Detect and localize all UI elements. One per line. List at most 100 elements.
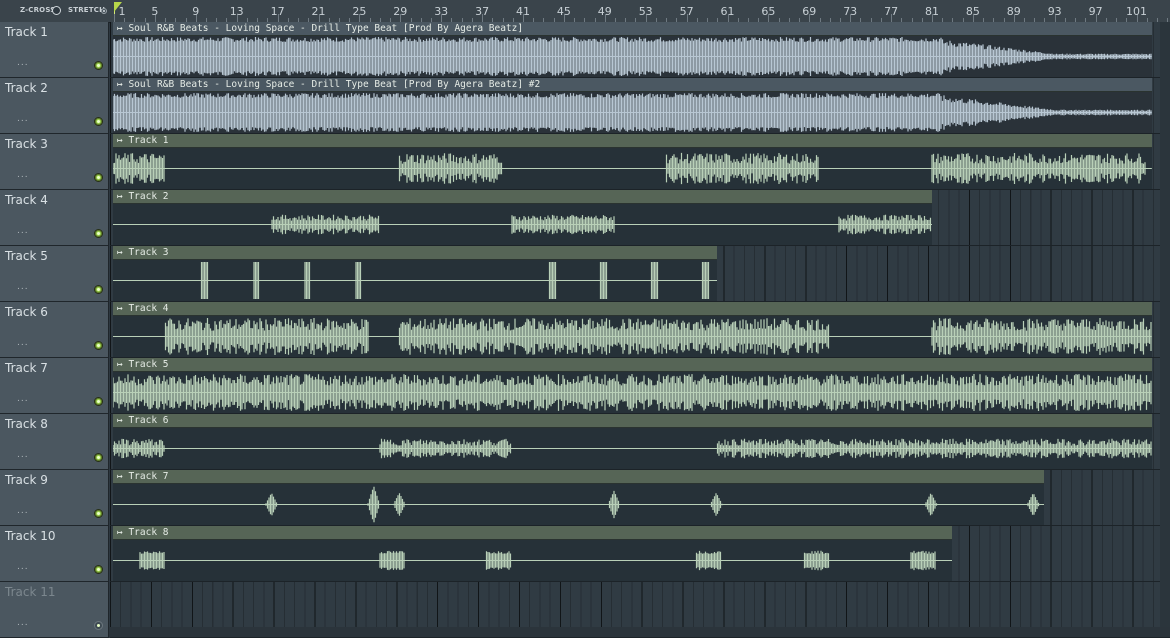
clip-label: ↦ Track 8 (117, 527, 169, 538)
track-mute-led-icon[interactable] (94, 117, 103, 126)
track-mute-led-icon[interactable] (94, 229, 103, 238)
stretch-toggle-icon[interactable] (101, 8, 107, 14)
track-grip-icon[interactable]: ... (17, 226, 29, 236)
clip-title-bar[interactable]: ↦ Soul R&B Beats - Loving Space - Drill … (113, 78, 1152, 92)
track-name: Track 8 (5, 417, 48, 431)
ruler-bar-number: 21 (311, 5, 326, 18)
pattern-clip[interactable]: ↦ Track 6 (113, 414, 1152, 469)
clip-waveform (113, 148, 1152, 189)
clip-waveform (113, 484, 1045, 525)
track-header[interactable]: Track 6... (0, 302, 109, 358)
track-mute-led-icon[interactable] (94, 173, 103, 182)
pattern-clip[interactable]: ↦ Track 4 (113, 302, 1152, 357)
track-grip-icon[interactable]: ... (17, 450, 29, 460)
track-mute-led-icon[interactable] (94, 565, 103, 574)
clip-title-bar[interactable]: ↦ Soul R&B Beats - Loving Space - Drill … (113, 22, 1152, 36)
track-mute-led-icon[interactable] (94, 621, 103, 630)
ruler-bar-number: 65 (761, 5, 776, 18)
track-name: Track 1 (5, 25, 48, 39)
clip-waveform (113, 316, 1152, 357)
clip-waveform (113, 428, 1152, 469)
ruler-bar-number: 77 (884, 5, 899, 18)
track-header[interactable]: Track 11... (0, 582, 109, 638)
track-mute-led-icon[interactable] (94, 341, 103, 350)
track-mute-led-icon[interactable] (94, 453, 103, 462)
clip-waveform (113, 260, 718, 301)
track-mute-led-icon[interactable] (94, 509, 103, 518)
track-grip-icon[interactable]: ... (17, 506, 29, 516)
clip-title-bar[interactable]: ↦ Track 2 (113, 190, 932, 204)
clip-waveform (113, 204, 932, 245)
lane-divider (110, 581, 1170, 582)
track-grip-icon[interactable]: ... (17, 394, 29, 404)
ruler-bar-number: 73 (843, 5, 858, 18)
ruler-bar-number: 41 (516, 5, 530, 18)
ruler-bar-number: 25 (352, 5, 367, 18)
track-header[interactable]: Track 4... (0, 190, 109, 246)
clip-waveform (113, 92, 1152, 133)
track-name: Track 2 (5, 81, 48, 95)
audio-clip[interactable]: ↦ Soul R&B Beats - Loving Space - Drill … (113, 78, 1152, 133)
clip-label: ↦ Track 5 (117, 359, 169, 370)
pattern-clip[interactable]: ↦ Track 3 (113, 246, 718, 301)
pattern-clip[interactable]: ↦ Track 5 (113, 358, 1152, 413)
pattern-clip[interactable]: ↦ Track 7 (113, 470, 1045, 525)
track-header[interactable]: Track 1... (0, 22, 109, 78)
clip-title-bar[interactable]: ↦ Track 3 (113, 246, 718, 260)
track-name: Track 10 (5, 529, 56, 543)
ruler-bar-number: 33 (434, 5, 449, 18)
track-name: Track 6 (5, 305, 48, 319)
clip-title-bar[interactable]: ↦ Track 8 (113, 526, 953, 540)
pattern-clip[interactable]: ↦ Track 1 (113, 134, 1152, 189)
clip-label: ↦ Track 7 (117, 471, 169, 482)
clip-title-bar[interactable]: ↦ Track 7 (113, 470, 1045, 484)
ruler-bar-number: 45 (556, 5, 571, 18)
track-grip-icon[interactable]: ... (17, 170, 29, 180)
clip-label: ↦ Track 6 (117, 415, 169, 426)
ruler-bar-number: 97 (1088, 5, 1103, 18)
clip-title-bar[interactable]: ↦ Track 1 (113, 134, 1152, 148)
pattern-clip[interactable]: ↦ Track 8 (113, 526, 953, 581)
clip-waveform (113, 540, 953, 581)
ruler-bar-number: 17 (270, 5, 285, 18)
clip-label: ↦ Track 3 (117, 247, 169, 258)
timeline-ruler[interactable]: 1 5 9 13 17 21 25 29 33 37 41 45 49 53 57 61 65 69 73 77 81 8… (110, 0, 1170, 23)
clip-title-bar[interactable]: ↦ Track 5 (113, 358, 1152, 372)
track-header[interactable]: Track 9... (0, 470, 109, 526)
clip-title-bar[interactable]: ↦ Track 6 (113, 414, 1152, 428)
ruler-bar-number: 93 (1047, 5, 1062, 18)
clip-title-bar[interactable]: ↦ Track 4 (113, 302, 1152, 316)
pattern-clip[interactable]: ↦ Track 2 (113, 190, 932, 245)
ruler-bar-number: 37 (475, 5, 490, 18)
ruler-bar-number: 61 (720, 5, 735, 18)
track-header[interactable]: Track 3... (0, 134, 109, 190)
track-header[interactable]: Track 7... (0, 358, 109, 414)
zcross-toggle-icon[interactable] (52, 6, 61, 15)
playlist-lanes[interactable]: ↦ Soul R&B Beats - Loving Space - Drill … (110, 22, 1170, 638)
track-name: Track 4 (5, 193, 48, 207)
ruler-bar-number: 29 (393, 5, 408, 18)
track-header[interactable]: Track 2... (0, 78, 109, 134)
clip-waveform (113, 372, 1152, 413)
track-header[interactable]: Track 5... (0, 246, 109, 302)
stretch-label: STRETCH (68, 6, 106, 14)
track-grip-icon[interactable]: ... (17, 58, 29, 68)
track-grip-icon[interactable]: ... (17, 338, 29, 348)
track-mute-led-icon[interactable] (94, 61, 103, 70)
track-mute-led-icon[interactable] (94, 285, 103, 294)
clip-label: ↦ Track 1 (117, 135, 169, 146)
ruler-bar-number: 101 (1126, 5, 1147, 18)
track-name: Track 5 (5, 249, 48, 263)
vertical-scrollbar[interactable] (1160, 22, 1170, 627)
track-grip-icon[interactable]: ... (17, 562, 29, 572)
track-header[interactable]: Track 8... (0, 414, 109, 470)
track-mute-led-icon[interactable] (94, 397, 103, 406)
ruler-bar-number: 69 (802, 5, 817, 18)
track-grip-icon[interactable]: ... (17, 282, 29, 292)
track-header[interactable]: Track 10... (0, 526, 109, 582)
zcross-label: Z-CROSS (20, 6, 56, 14)
ruler-bar-number: 89 (1006, 5, 1021, 18)
track-grip-icon[interactable]: ... (17, 114, 29, 124)
audio-clip[interactable]: ↦ Soul R&B Beats - Loving Space - Drill … (113, 22, 1152, 77)
clip-label: ↦ Soul R&B Beats - Loving Space - Drill … (117, 79, 541, 90)
